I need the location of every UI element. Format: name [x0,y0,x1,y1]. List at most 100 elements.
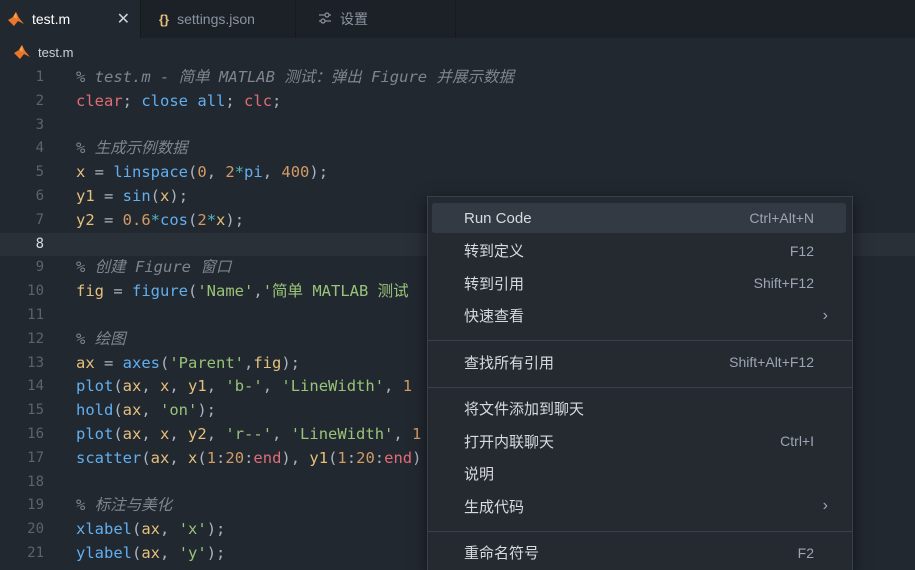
code-text: y1 = sin(x); [76,185,188,209]
line-number: 11 [27,307,44,323]
menu-separator [428,340,852,341]
code-token: ); [206,520,226,539]
code-token: ), [281,448,310,467]
code-token: ( [132,544,142,562]
code-token: % 绘图 [76,329,126,348]
breadcrumb: test.m [0,40,915,64]
code-token: = [94,187,123,205]
code-token: , [169,377,189,396]
menu-item[interactable]: 将文件添加到聊天 [432,394,846,424]
code-token: ax [122,401,142,420]
code-token: ); [281,353,301,372]
code-text: % 绘图 [76,328,126,352]
menu-separator [428,386,852,388]
code-token: x [160,377,170,396]
code-token: = [94,210,123,229]
code-token: , [272,425,291,443]
code-token: '简单 MATLAB 测试 [262,282,409,301]
code-token: ax [150,448,170,467]
code-token: xlabel [76,520,132,539]
menu-item[interactable]: 查找所有引用 Shift+Alt+F12 [432,347,846,377]
code-token: fig [76,282,104,301]
context-menu: Run Code Ctrl+Alt+N 转到定义 F12 转到引用 Shift+F12 快速… [427,196,853,570]
code-token: x [160,425,170,443]
code-token: ax [76,353,95,372]
code-token: ); [309,163,329,182]
code-token: 1 [412,425,422,443]
code-token: % 生成示例数据 [76,139,188,158]
code-token: hold [76,401,114,420]
code-line[interactable]: 1 % test.m - 简单 MATLAB 测试：弹出 Figure 并展示数据 [0,66,915,90]
menu-item-shortcut: F2 [797,544,814,561]
code-token: , [244,353,254,372]
line-number: 21 [27,545,44,561]
code-line[interactable]: 5 x = linspace(0, 2*pi, 400); [0,161,915,185]
code-token: 'LineWidth' [281,377,385,396]
code-token: y2 [188,425,207,443]
code-token: * [206,210,217,229]
code-text: scatter(ax, x(1:20:end), y1(1:20:end) [76,447,421,471]
code-token: 2 [225,163,235,182]
code-token: ( [188,210,198,229]
code-line[interactable]: 3 [0,114,915,138]
line-number: 13 [27,354,44,371]
code-token: ); [225,210,245,229]
code-token: * [150,210,161,229]
menu-item[interactable]: 快速查看 › [432,301,846,331]
code-token: 20 [356,448,375,467]
code-token: ( [188,163,198,182]
line-number: 7 [35,211,44,228]
tab-test-m[interactable]: test.m ✕ [0,0,141,38]
code-token: 'x' [178,520,207,539]
code-token: ( [150,187,161,205]
tab-settings[interactable]: 设置 [296,0,456,38]
code-line[interactable]: 4 % 生成示例数据 [0,137,915,161]
code-token: ); [206,544,226,562]
code-token: ylabel [76,544,132,562]
code-token: 20 [225,448,245,467]
code-token: 'b-' [225,377,263,396]
close-icon[interactable]: ✕ [117,9,130,29]
line-number: 20 [27,521,44,538]
code-text: % 创建 Figure 窗口 [76,256,231,280]
menu-item-shortcut: F12 [789,242,814,259]
line-number: 5 [35,164,44,181]
menu-item[interactable]: 转到定义 F12 [432,236,846,266]
line-number: 15 [27,402,44,419]
menu-item[interactable]: Run Code Ctrl+Alt+N [432,203,846,233]
line-number: 14 [27,378,44,395]
line-number: 2 [35,92,44,109]
tab-settings-json[interactable]: {} settings.json [141,0,296,38]
menu-item-shortcut: Ctrl+Alt+N [749,210,814,226]
code-token: x [76,163,86,182]
code-token: , [393,425,413,443]
code-text: clear; close all; clc; [76,90,281,114]
code-line[interactable]: 2 clear; close all; clc; [0,90,915,114]
code-token: ; [272,91,282,110]
code-token: 'Name' [197,282,254,301]
matlab-icon [14,45,30,59]
menu-item-label: 快速查看 [464,308,525,325]
menu-item[interactable]: 生成代码 › [432,491,846,521]
code-token: end [253,448,282,467]
code-token: ( [113,377,123,396]
line-number: 6 [35,188,44,204]
menu-item-label: 转到引用 [464,275,525,293]
code-token: , [384,377,403,396]
code-token: scatter [76,448,142,467]
code-token: = [85,163,114,182]
code-token: plot [76,425,114,443]
code-token: 1 [337,448,347,467]
breadcrumb-file[interactable]: test.m [38,45,73,60]
code-text: fig = figure('Name','简单 MATLAB 测试 [76,280,409,304]
menu-item[interactable]: 打开内联聊天 Ctrl+I [432,426,846,456]
menu-item[interactable]: 重命名符号 F2 [432,538,846,568]
menu-item[interactable]: 转到引用 Shift+F12 [432,268,846,298]
code-token: y1 [188,377,207,396]
menu-item[interactable]: 说明 [432,459,846,489]
code-token: ); [197,401,217,420]
code-token: ( [197,448,207,467]
code-token: all [197,91,226,110]
code-token: plot [76,377,114,396]
settings-sliders-icon [318,11,332,27]
